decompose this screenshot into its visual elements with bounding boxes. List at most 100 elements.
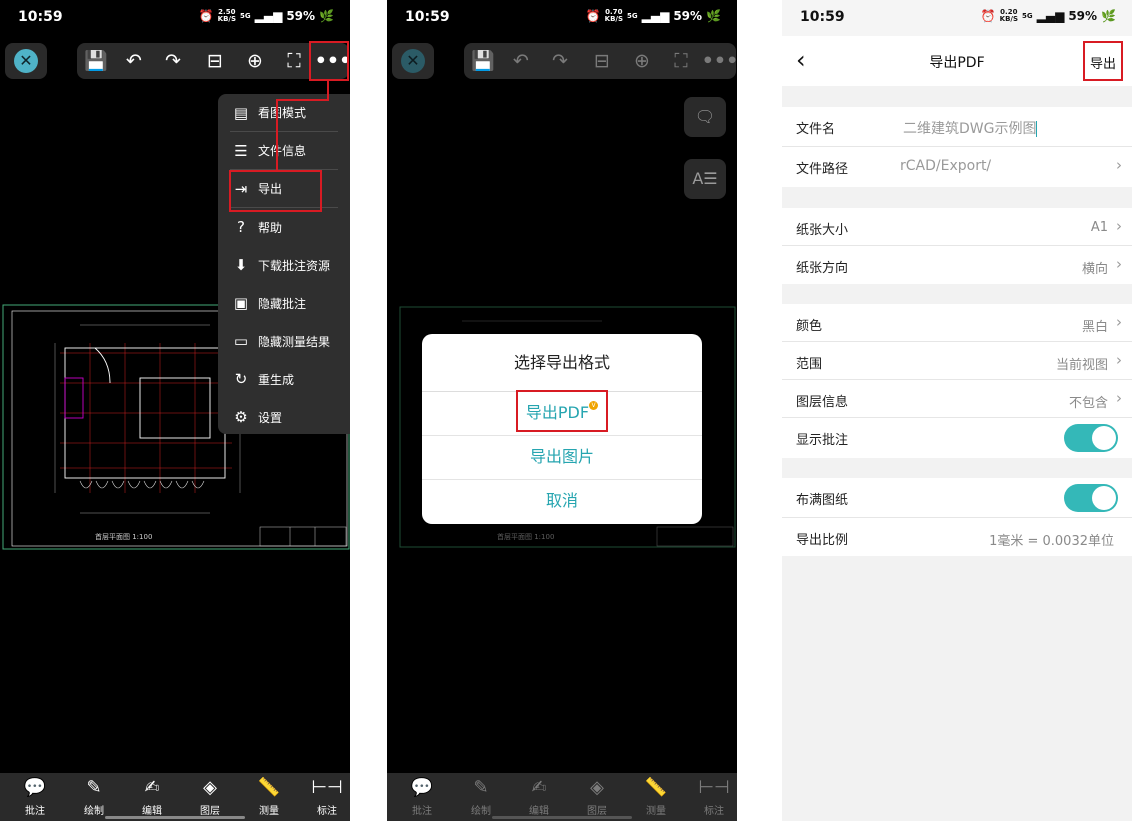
tab-draw[interactable]: ✎ 绘制 — [69, 777, 119, 817]
text-style-button[interactable]: A☰ — [684, 159, 726, 199]
menu-item-hide-measure[interactable]: ▭ 隐藏测量结果 — [230, 322, 338, 360]
file-info-icon: ☰ — [234, 141, 248, 160]
export-image-option[interactable]: 导出图片 — [422, 435, 702, 480]
menu-item-download[interactable]: ⬇ 下载批注资源 — [230, 246, 338, 284]
signal-icon: ▂▄▆ — [641, 9, 670, 23]
tab-layers[interactable]: ◈ 图层 — [572, 777, 622, 817]
highlight-more — [309, 41, 349, 81]
tab-dimension[interactable]: ⊢⊣ 标注 — [689, 777, 737, 817]
arrow-line — [276, 99, 278, 171]
filepath-row[interactable]: 文件路径 rCAD/Export/ › — [782, 147, 1132, 187]
menu-item-file-info[interactable]: ☰ 文件信息 — [230, 132, 338, 170]
chevron-right-icon: › — [1116, 217, 1122, 235]
filename-input[interactable]: 二维建筑DWG示例图 — [903, 118, 1038, 138]
zoom-icon[interactable]: ⊕ — [236, 43, 274, 79]
orientation-row[interactable]: 纸张方向 横向 › — [782, 246, 1132, 284]
highlight-export-pdf — [516, 390, 608, 432]
fill-paper-row: 布满图纸 — [782, 478, 1132, 518]
tab-annotate[interactable]: 💬 批注 — [10, 777, 60, 817]
comment-icon: 💬 — [410, 777, 434, 798]
chevron-right-icon: › — [1116, 313, 1122, 331]
close-button[interactable]: ✕ — [5, 43, 47, 79]
range-row[interactable]: 范围 当前视图 › — [782, 342, 1132, 380]
regenerate-icon: ↻ — [234, 370, 248, 388]
hide-measure-icon: ▭ — [233, 332, 249, 350]
show-annotation-row: 显示批注 — [782, 418, 1132, 458]
show-annotation-toggle[interactable] — [1064, 424, 1118, 452]
color-row[interactable]: 颜色 黑白 › — [782, 304, 1132, 342]
dimension-icon: ⊢⊣ — [698, 777, 730, 798]
battery-text: 59% — [673, 9, 703, 23]
view-mode-icon: ▤ — [233, 103, 249, 122]
undo-icon[interactable]: ↶ — [115, 43, 153, 79]
edit-icon: ✍ — [531, 777, 547, 798]
chevron-right-icon: › — [1116, 156, 1122, 174]
battery-text: 59% — [286, 9, 316, 23]
ruler-icon: 📏 — [644, 777, 668, 798]
paper-size-row[interactable]: 纸张大小 A1 › — [782, 208, 1132, 246]
menu-item-hide-annotation[interactable]: ▣ 隐藏批注 — [230, 284, 338, 322]
cancel-option[interactable]: 取消 — [422, 479, 702, 523]
tab-dimension[interactable]: ⊢⊣ 标注 — [302, 777, 350, 817]
tab-edit[interactable]: ✍ 编辑 — [514, 777, 564, 817]
fit-icon[interactable]: ⊟ — [196, 43, 234, 79]
close-icon: ✕ — [401, 49, 425, 73]
filename-row[interactable]: 文件名 二维建筑DWG示例图 — [782, 107, 1132, 147]
fullscreen-icon[interactable]: ⛶ — [662, 43, 700, 79]
redo-icon[interactable]: ↷ — [154, 43, 192, 79]
net-speed: 2.50 KB/S — [217, 8, 236, 23]
filepath-value: rCAD/Export/ — [900, 158, 992, 174]
net-speed: 0.20 KB/S — [999, 8, 1018, 23]
fullscreen-icon[interactable]: ⛶ — [275, 43, 313, 79]
alarm-icon: ⏰ — [585, 9, 601, 23]
chevron-right-icon: › — [1116, 255, 1122, 273]
dimension-icon: ⊢⊣ — [311, 777, 343, 798]
tab-measure[interactable]: 📏 测量 — [631, 777, 681, 817]
battery-text: 59% — [1068, 9, 1098, 23]
tab-edit[interactable]: ✍ 编辑 — [127, 777, 177, 817]
menu-item-help[interactable]: ? 帮助 — [230, 208, 338, 246]
leaf-icon: 🌿 — [1101, 9, 1116, 23]
more-icon[interactable]: ••• — [701, 43, 737, 79]
more-menu: ▤ 看图模式 ☰ 文件信息 ⇥ 导出 ? 帮助 ⬇ 下载批注资源 ▣ 隐藏批注 ▭ 隐藏测量结… — [218, 94, 350, 434]
signal-icon: ▂▄▆ — [1036, 9, 1065, 23]
ruler-icon: 📏 — [257, 777, 281, 798]
top-toolbar: 💾 ↶ ↷ ⊟ ⊕ ⛶ ••• — [464, 43, 737, 79]
status-icons: ⏰ 0.70 KB/S 5G ▂▄▆ 59% 🌿 — [585, 8, 721, 24]
comment-icon: 💬 — [23, 777, 47, 798]
comment-panel-button[interactable]: 🗨 — [684, 97, 726, 137]
export-scale-row[interactable]: 导出比例 1毫米 = 0.0032单位 — [782, 518, 1132, 556]
gear-icon: ⚙ — [234, 408, 248, 426]
layer-info-row[interactable]: 图层信息 不包含 › — [782, 380, 1132, 418]
screen-export-dialog: 10:59 ⏰ 0.70 KB/S 5G ▂▄▆ 59% 🌿 ✕ 💾 ↶ ↷ ⊟ … — [387, 0, 737, 821]
status-time: 10:59 — [405, 9, 450, 25]
status-bar: 10:59 ⏰ 0.70 KB/S 5G ▂▄▆ 59% 🌿 — [387, 0, 737, 36]
net-speed: 0.70 KB/S — [604, 8, 623, 23]
undo-icon[interactable]: ↶ — [502, 43, 540, 79]
tab-draw[interactable]: ✎ 绘制 — [456, 777, 506, 817]
file-group: 文件名 二维建筑DWG示例图 文件路径 rCAD/Export/ › — [782, 107, 1132, 187]
render-group: 颜色 黑白 › 范围 当前视图 › 图层信息 不包含 › 显示批注 — [782, 304, 1132, 458]
menu-item-regenerate[interactable]: ↻ 重生成 — [230, 360, 338, 398]
fit-icon[interactable]: ⊟ — [583, 43, 621, 79]
text-style-icon: A☰ — [692, 169, 718, 188]
screen-cad-menu: 10:59 ⏰ 2.50 KB/S 5G ▂▄▆ 59% 🌿 ✕ 💾 ↶ ↷ ⊟ … — [0, 0, 350, 821]
nav-bar: ‹ 导出PDF 导出 — [782, 36, 1132, 86]
menu-item-settings[interactable]: ⚙ 设置 — [230, 398, 338, 436]
home-indicator — [492, 816, 632, 819]
fill-paper-toggle[interactable] — [1064, 484, 1118, 512]
layers-icon: ◈ — [203, 777, 217, 798]
save-icon[interactable]: 💾 — [464, 43, 502, 79]
drawing-caption: 首层平面图 1:100 — [497, 532, 554, 541]
redo-icon[interactable]: ↷ — [541, 43, 579, 79]
status-bar: 10:59 ⏰ 2.50 KB/S 5G ▂▄▆ 59% 🌿 — [0, 0, 350, 36]
save-icon[interactable]: 💾 — [77, 43, 115, 79]
close-button[interactable]: ✕ — [392, 43, 434, 79]
signal-5g: 5G — [240, 11, 251, 20]
pencil-icon: ✎ — [473, 777, 489, 798]
tab-annotate[interactable]: 💬 批注 — [397, 777, 447, 817]
zoom-icon[interactable]: ⊕ — [623, 43, 661, 79]
chevron-right-icon: › — [1116, 351, 1122, 369]
tab-measure[interactable]: 📏 测量 — [244, 777, 294, 817]
tab-layers[interactable]: ◈ 图层 — [185, 777, 235, 817]
